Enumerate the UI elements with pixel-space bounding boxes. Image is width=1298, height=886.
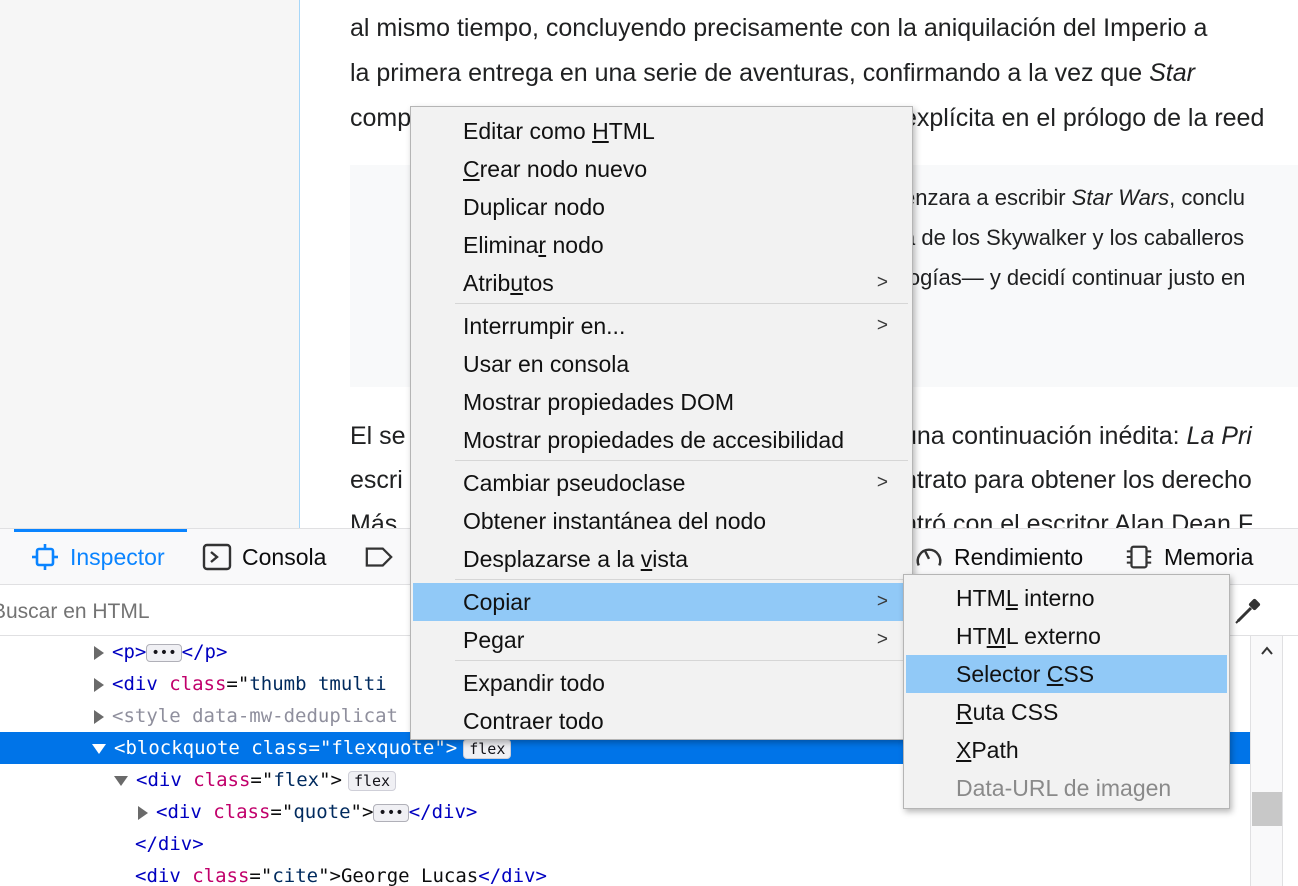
tab-inspector[interactable]: Inspector [14, 529, 187, 585]
article-line: comp [350, 104, 412, 132]
tab-inspector-label: Inspector [70, 543, 165, 570]
tab-console-label: Consola [242, 543, 327, 570]
menu-separator [455, 303, 908, 304]
scroll-up-icon[interactable] [1260, 644, 1274, 658]
expand-arrow-icon[interactable] [138, 805, 148, 820]
quote-line: logías— y decidí continuar justo en [903, 265, 1246, 290]
menu-item-edit-as-html[interactable]: Editar como HTML [413, 112, 910, 150]
console-icon [202, 542, 232, 572]
menu-item-show-dom-properties[interactable]: Mostrar propiedades DOM [413, 383, 910, 421]
article-line: una continuación inédita: La Pri [903, 422, 1252, 450]
debugger-icon [364, 542, 394, 572]
context-menu: Editar como HTML Crear nodo nuevo Duplic… [410, 106, 913, 740]
menu-item-copy-css-selector[interactable]: Selector CSS [906, 655, 1227, 693]
scrollbar-thumb[interactable] [1252, 792, 1282, 826]
tab-console[interactable]: Consola [202, 529, 326, 585]
menu-item-copy-inner-html[interactable]: HTML interno [906, 579, 1227, 617]
markup-row-div-close[interactable]: </div> [0, 828, 1250, 860]
article-line: la primera entrega en una serie de avent… [350, 59, 1195, 87]
menu-item-change-pseudo-class[interactable]: Cambiar pseudoclase > [413, 464, 910, 502]
menu-separator [455, 660, 908, 661]
article-line: El se [350, 422, 406, 450]
expand-arrow-icon[interactable] [94, 709, 104, 724]
tab-debugger[interactable] [364, 529, 394, 585]
collapsed-content-button[interactable]: ••• [146, 643, 182, 662]
menu-item-copy-image-data-url: Data-URL de imagen [956, 775, 1172, 801]
menu-item-copy-xpath[interactable]: XPath [906, 731, 1227, 769]
menu-item-copy[interactable]: Copiar > [413, 583, 910, 621]
menu-item-copy-outer-html[interactable]: HTML externo [906, 617, 1227, 655]
flex-badge[interactable]: flex [463, 738, 512, 759]
flex-badge[interactable]: flex [347, 770, 397, 791]
menu-item-create-node[interactable]: Crear nodo nuevo [413, 150, 910, 188]
submenu-arrow-icon: > [876, 629, 888, 650]
memory-icon [1124, 542, 1154, 572]
submenu-arrow-icon: > [876, 272, 888, 293]
article-line: Más [350, 510, 398, 528]
expand-arrow-icon[interactable] [94, 677, 104, 692]
menu-item-break-on[interactable]: Interrumpir en... > [413, 307, 910, 345]
menu-item-expand-all[interactable]: Expandir todo [413, 664, 910, 702]
menu-item-node-screenshot[interactable]: Obtener instantánea del nodo [413, 502, 910, 540]
article-line: ntrato para obtener los derecho [903, 466, 1252, 494]
eyedropper-icon[interactable] [1232, 595, 1264, 627]
quote-line: enzara a escribir Star Wars, conclu [903, 185, 1245, 210]
search-html-input[interactable] [0, 596, 392, 628]
tab-performance-label: Rendimiento [954, 543, 1084, 570]
collapse-arrow-icon[interactable] [92, 743, 106, 754]
performance-icon [914, 542, 944, 572]
page-sidebar [0, 0, 300, 528]
inspector-icon [30, 542, 60, 572]
article-line: ntró con el escritor Alan Dean F [903, 510, 1254, 528]
copy-submenu: HTML interno HTML externo Selector CSS R… [903, 574, 1230, 809]
menu-item-show-accessibility-properties[interactable]: Mostrar propiedades de accesibilidad [413, 421, 910, 459]
menu-item-collapse-all[interactable]: Contraer todo [413, 702, 910, 740]
submenu-arrow-icon: > [876, 472, 888, 493]
rules-pane [1282, 636, 1298, 886]
markup-row-div-cite[interactable]: <div class="cite">George Lucas</div> [0, 860, 1250, 886]
article-line: explícita en el prólogo de la reed [903, 104, 1265, 132]
menu-item-delete-node[interactable]: Eliminar nodo [413, 226, 910, 264]
menu-separator [455, 579, 908, 580]
menu-item-use-in-console[interactable]: Usar en consola [413, 345, 910, 383]
article-line: al mismo tiempo, concluyendo precisament… [350, 14, 1208, 42]
menu-item-copy-css-path[interactable]: Ruta CSS [906, 693, 1227, 731]
article-line: escri [350, 466, 403, 494]
submenu-arrow-icon: > [876, 315, 888, 336]
menu-separator [455, 460, 908, 461]
collapse-arrow-icon[interactable] [114, 775, 128, 786]
menu-item-attributes[interactable]: Atributos > [413, 264, 910, 302]
menu-item-paste[interactable]: Pegar > [413, 621, 910, 659]
tab-memory-label: Memoria [1164, 543, 1254, 570]
menu-item-duplicate-node[interactable]: Duplicar nodo [413, 188, 910, 226]
menu-item-scroll-into-view[interactable]: Desplazarse a la vista [413, 540, 910, 578]
quote-line: a de los Skywalker y los caballeros [903, 225, 1245, 250]
collapsed-content-button[interactable]: ••• [373, 803, 409, 822]
markup-scrollbar[interactable] [1250, 636, 1282, 886]
expand-arrow-icon[interactable] [94, 645, 104, 660]
submenu-arrow-icon: > [876, 591, 888, 612]
